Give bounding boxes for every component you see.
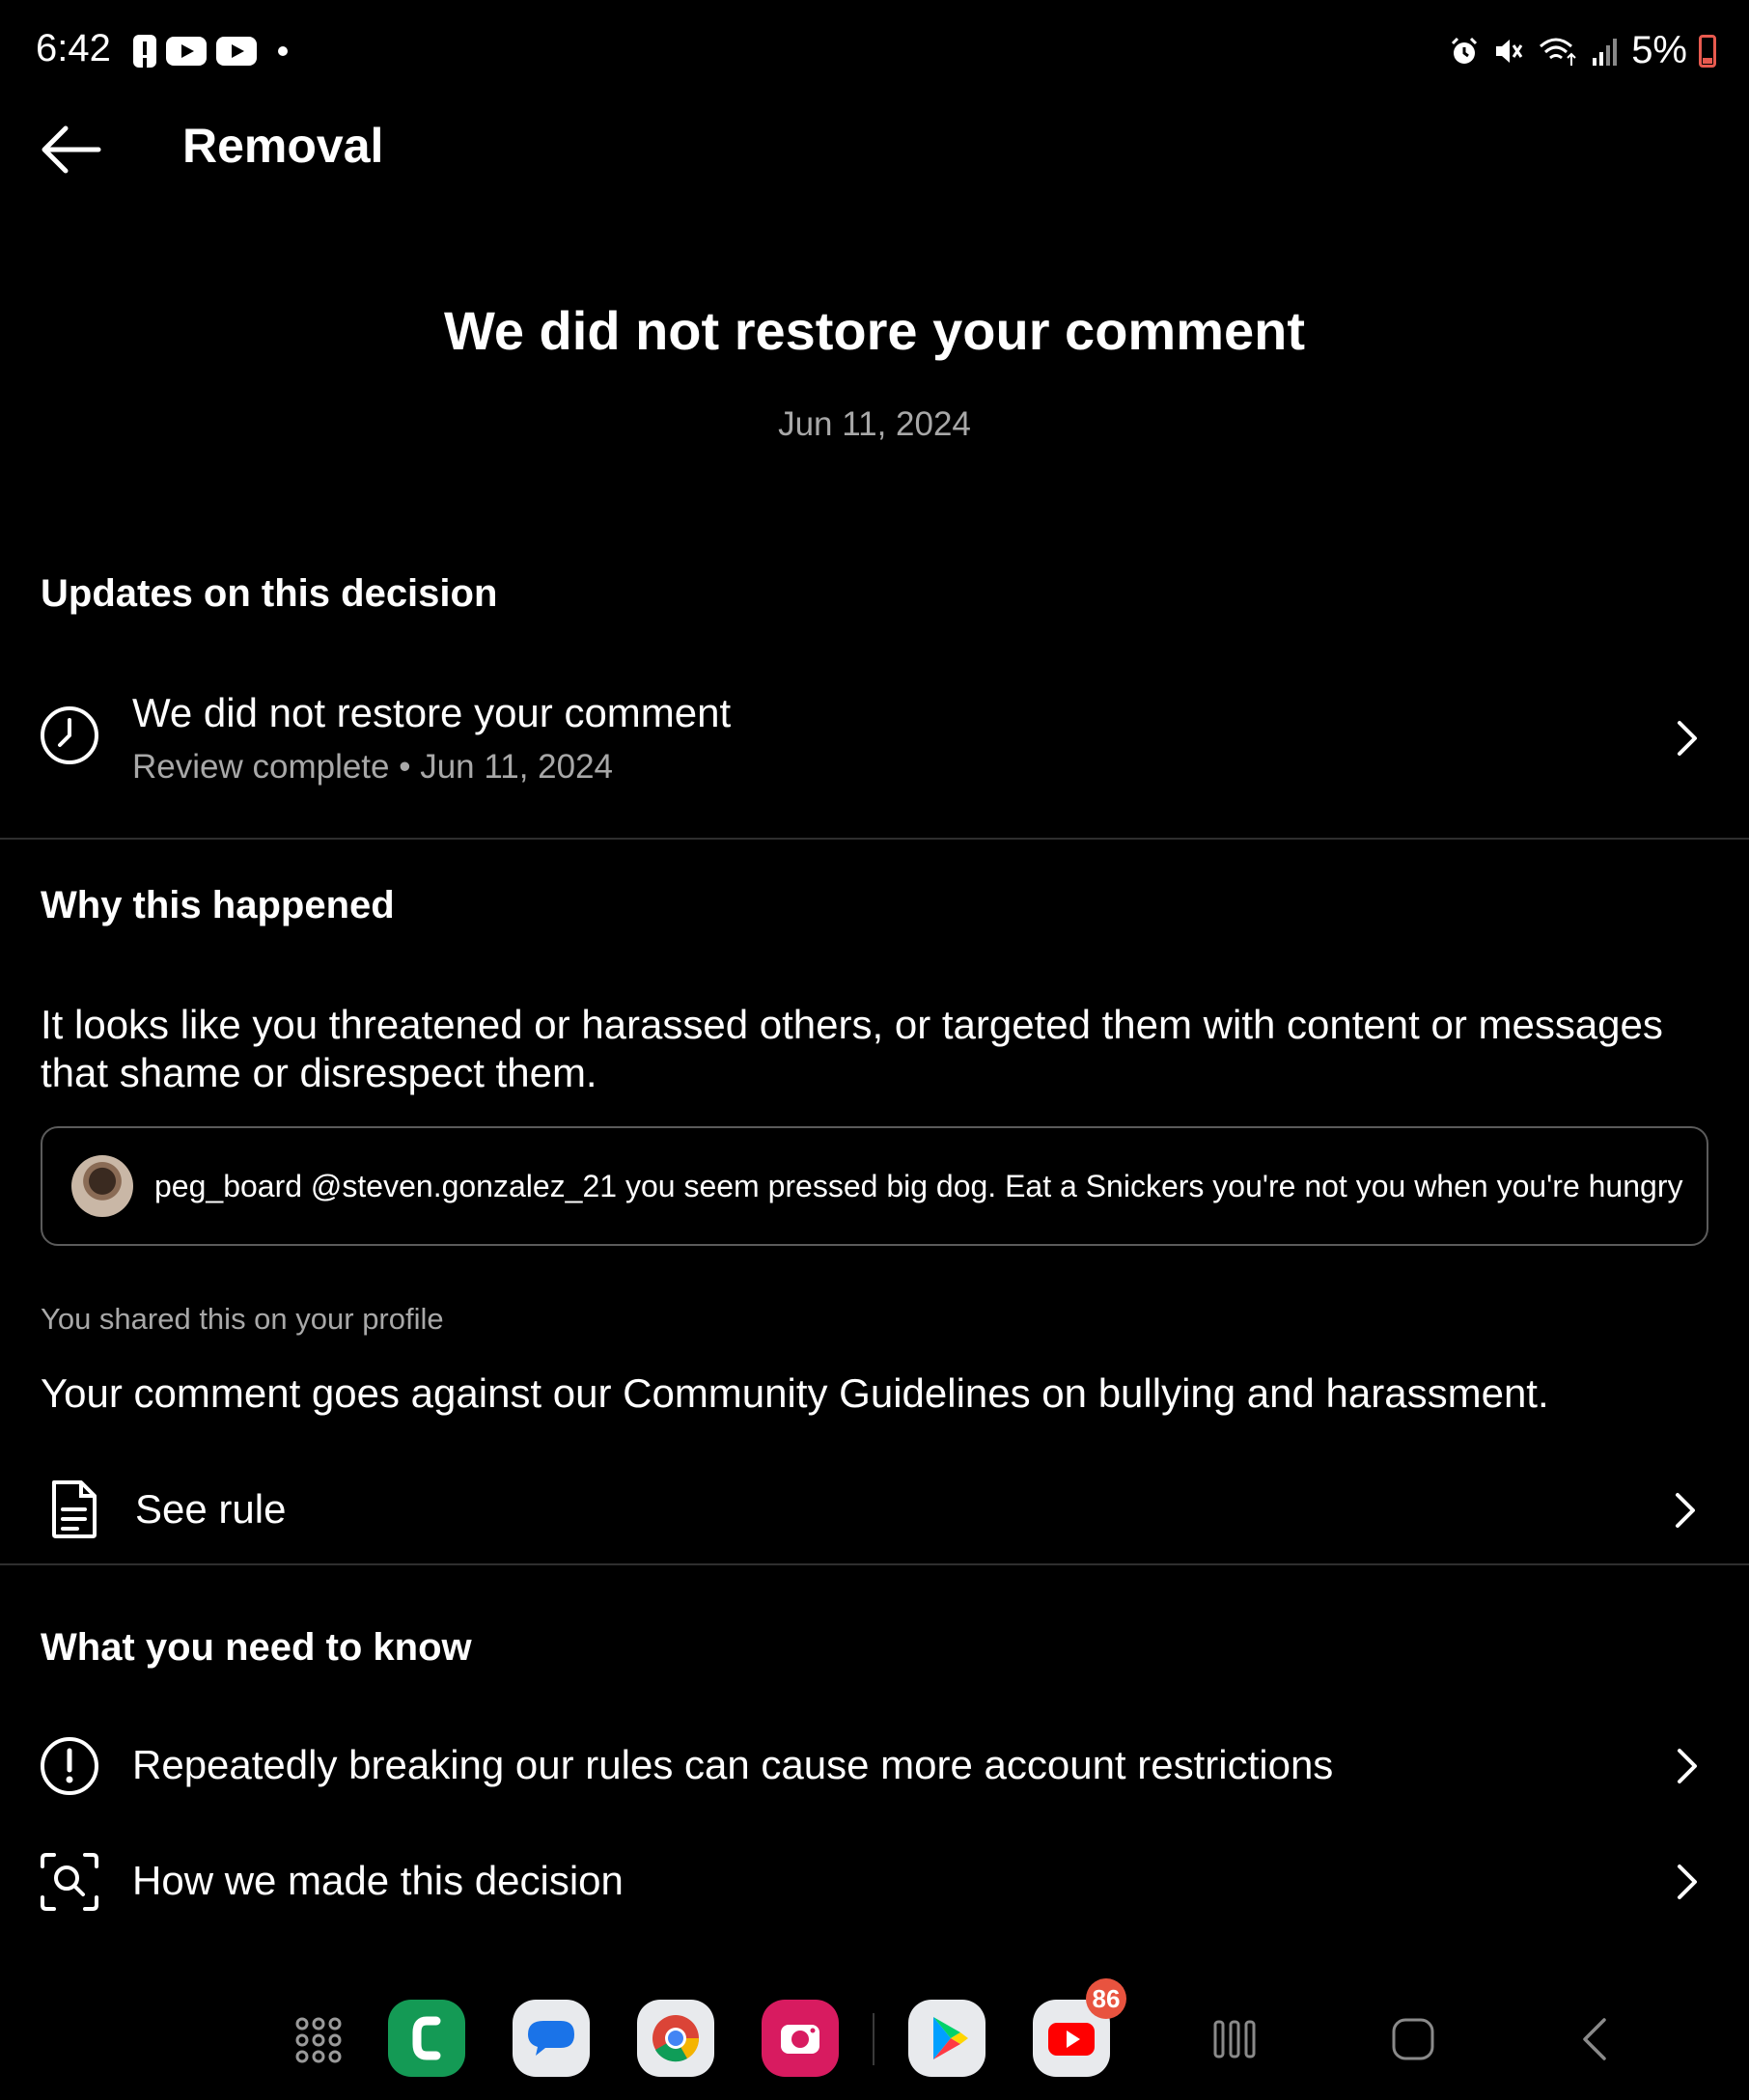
camera-icon: [781, 2025, 819, 2054]
chevron-right-icon: [1678, 1865, 1697, 1899]
divider: [0, 838, 1749, 840]
battery-icon: [1699, 34, 1716, 68]
document-icon: [52, 1480, 97, 1538]
status-system-icons: 5%: [1448, 29, 1716, 72]
mute-icon: [1496, 39, 1523, 63]
home-icon[interactable]: [1390, 2016, 1436, 2062]
page-title: Removal: [182, 119, 384, 173]
youtube-notification-icon: [216, 37, 257, 66]
alarm-icon: [1452, 37, 1478, 64]
phone-app-icon[interactable]: [388, 2000, 465, 2077]
play-store-icon: [933, 2017, 968, 2059]
status-time: 6:42: [36, 27, 111, 69]
know-item-label: Repeatedly breaking our rules can cause …: [132, 1742, 1334, 1787]
back-arrow-icon[interactable]: [39, 125, 104, 174]
why-heading: Why this happened: [41, 884, 395, 926]
update-title: We did not restore your comment: [132, 690, 732, 735]
update-row[interactable]: We did not restore your comment Review c…: [0, 676, 1749, 811]
wifi-icon: [1540, 38, 1576, 66]
guideline-text: Your comment goes against our Community …: [41, 1370, 1549, 1416]
messages-app-icon[interactable]: [513, 2000, 590, 2077]
chevron-right-icon: [1678, 1749, 1697, 1783]
camera-app-icon[interactable]: [762, 2000, 839, 2077]
decision-title: We did not restore your comment: [444, 300, 1305, 361]
alert-notification-icon: [133, 35, 156, 68]
shared-note: You shared this on your profile: [41, 1302, 444, 1336]
comment-preview: peg_board @steven.gonzalez_21 you seem p…: [41, 1126, 1708, 1246]
youtube-notification-badge: 86: [1086, 1978, 1126, 2019]
see-rule-row[interactable]: See rule: [0, 1467, 1749, 1554]
know-item-restrictions[interactable]: Repeatedly breaking our rules can cause …: [0, 1723, 1749, 1810]
update-subtitle: Review complete • Jun 11, 2024: [132, 748, 613, 786]
updates-heading: Updates on this decision: [41, 572, 498, 615]
decision-date: Jun 11, 2024: [778, 405, 971, 443]
battery-percent: 5%: [1631, 29, 1687, 71]
messages-icon: [528, 2021, 574, 2056]
youtube-notification-icon: [166, 37, 207, 66]
why-explanation: It looks like you threatened or harassed…: [41, 1002, 1663, 1095]
chevron-right-icon: [1678, 721, 1697, 756]
status-notification-icons: [133, 35, 288, 68]
play-store-app-icon[interactable]: [908, 2000, 986, 2077]
apps-grid-icon[interactable]: [294, 2016, 343, 2064]
know-item-decision[interactable]: How we made this decision: [0, 1838, 1749, 1925]
chrome-app-icon[interactable]: [637, 2000, 714, 2077]
search-scan-icon: [41, 1853, 98, 1911]
phone-icon: [412, 2016, 441, 2060]
comment-text: peg_board @steven.gonzalez_21 you seem p…: [154, 1168, 1683, 1203]
dock-separator: [873, 2013, 874, 2065]
taskbar: 86: [0, 1978, 1749, 2077]
more-notifications-dot-icon: [278, 46, 288, 56]
nav-back-icon[interactable]: [1577, 2016, 1612, 2062]
chevron-right-icon: [1676, 1493, 1695, 1528]
see-rule-label: See rule: [135, 1486, 287, 1532]
divider: [0, 1563, 1749, 1565]
alert-circle-icon: [41, 1737, 98, 1795]
know-item-label: How we made this decision: [132, 1858, 624, 1903]
avatar: [71, 1155, 133, 1217]
chrome-icon: [652, 2015, 700, 2062]
know-heading: What you need to know: [41, 1626, 472, 1669]
signal-icon: [1593, 38, 1618, 66]
clock-icon: [41, 706, 98, 764]
recent-apps-icon[interactable]: [1211, 2016, 1258, 2062]
